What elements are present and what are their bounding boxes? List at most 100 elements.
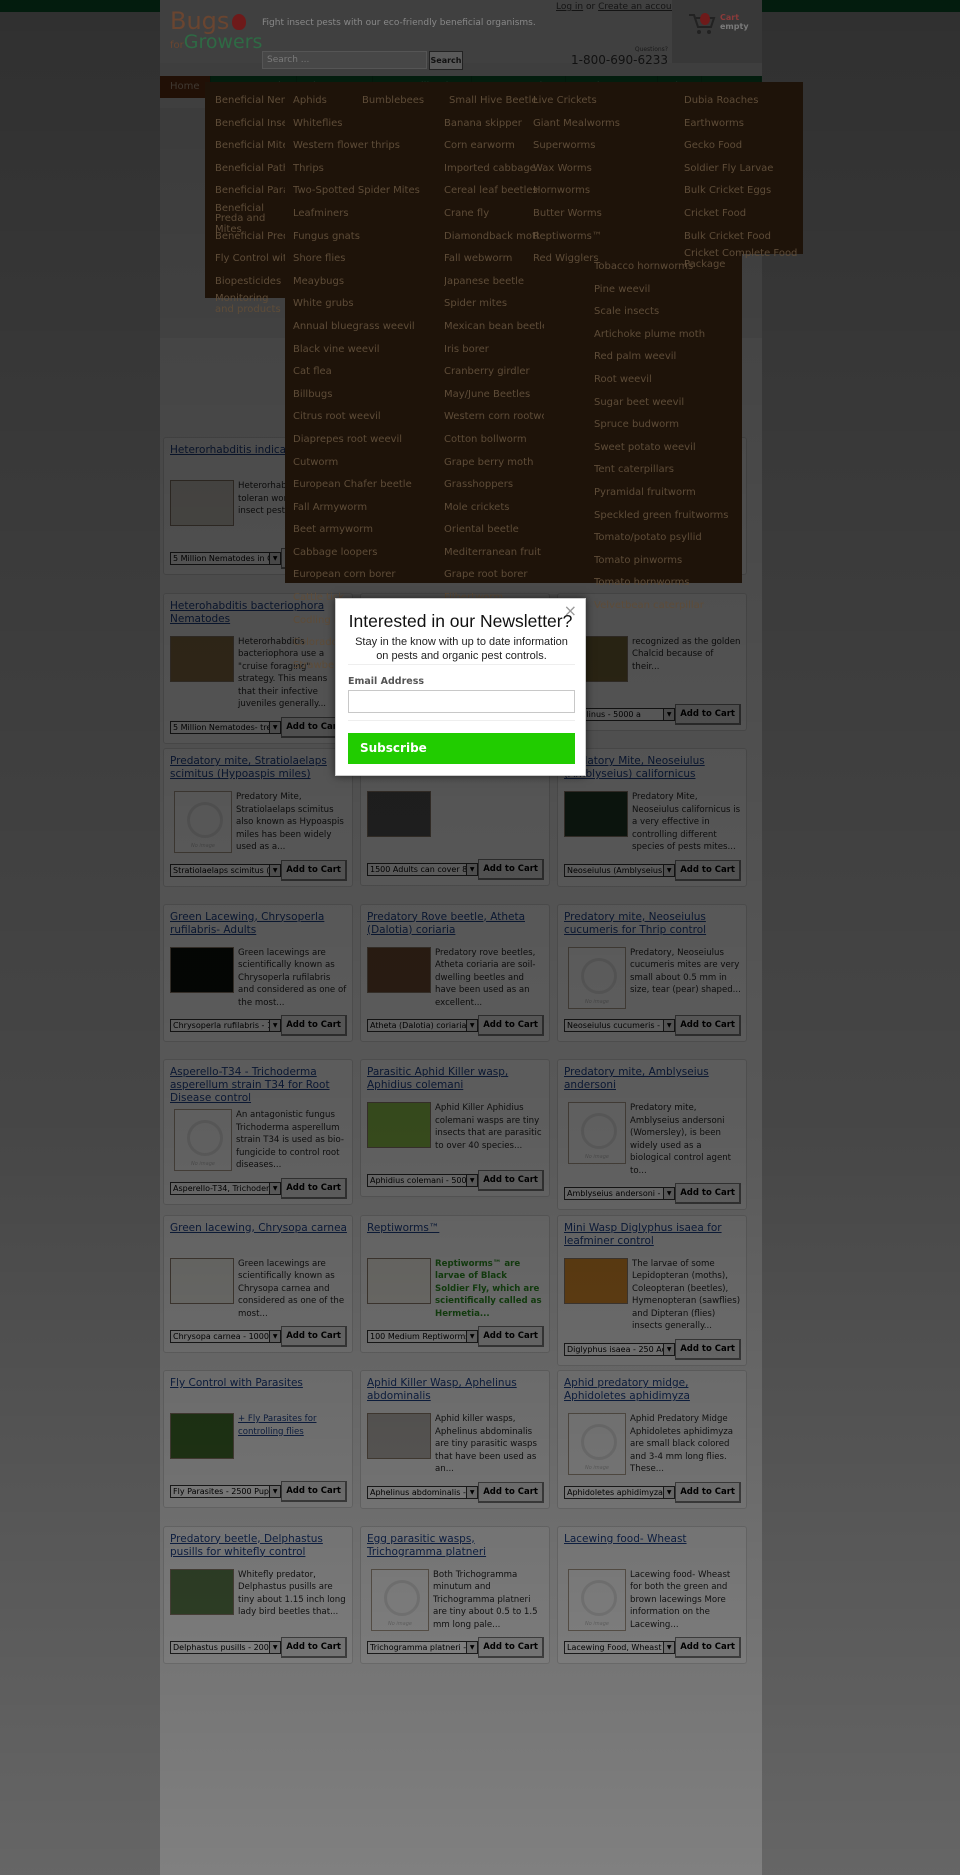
menu-item[interactable]: European Chafer beetle — [293, 474, 443, 497]
menu-item[interactable]: Root weevil — [594, 369, 739, 392]
menu-item[interactable]: Fall Armyworm — [293, 497, 443, 520]
menu-item[interactable]: Dubia Roaches — [684, 90, 799, 113]
menu-item[interactable]: Fall webworm — [444, 248, 544, 271]
menu-item[interactable]: Beneficial Preda and Mites — [215, 203, 285, 234]
menu-item[interactable]: Diaprepes root weevil — [293, 429, 443, 452]
menu-column-bee-protection: Small Hive Beetle — [449, 90, 539, 113]
menu-item[interactable]: Fungus gnats — [293, 226, 443, 249]
menu-item[interactable]: Tomato/potato psyllid — [594, 527, 739, 550]
menu-item[interactable]: Beneficial Nema — [215, 90, 285, 113]
menu-item[interactable]: Western corn rootworm — [444, 406, 544, 429]
menu-item[interactable]: European corn borer — [293, 564, 443, 587]
menu-item[interactable]: Bulk Cricket Food — [684, 226, 799, 249]
cart[interactable]: Cart empty — [672, 0, 762, 63]
menu-column-feeder-worms-b: Dubia Roaches Earthworms Gecko Food Soldier… — [684, 90, 799, 271]
menu-item[interactable]: Pyramidal fruitworm — [594, 482, 739, 505]
menu-item[interactable]: May/June Beetles — [444, 384, 544, 407]
menu-item[interactable]: Iris borer — [444, 339, 544, 362]
menu-item[interactable]: Corn earworm — [444, 135, 544, 158]
menu-item[interactable]: Red palm weevil — [594, 346, 739, 369]
menu-item[interactable]: Citrus root weevil — [293, 406, 443, 429]
menu-item[interactable]: Grape berry moth — [444, 452, 544, 475]
menu-item[interactable]: Mediterranean fruit fly — [444, 542, 544, 565]
menu-item[interactable]: Hornworms — [533, 180, 673, 203]
menu-item[interactable]: Mole crickets — [444, 497, 544, 520]
menu-item[interactable]: Tomato pinworms — [594, 550, 739, 573]
menu-item[interactable]: Superworms — [533, 135, 673, 158]
menu-item[interactable]: Western flower thrips — [293, 135, 443, 158]
menu-item[interactable]: Beneficial Paras — [215, 180, 285, 203]
menu-item[interactable]: Japanese beetle — [444, 271, 544, 294]
menu-item[interactable]: Beet armyworm — [293, 519, 443, 542]
menu-item[interactable]: Billbugs — [293, 384, 443, 407]
menu-item[interactable]: Two-Spotted Spider Mites — [293, 180, 443, 203]
menu-item[interactable]: Oriental beetle — [444, 519, 544, 542]
menu-item[interactable]: Cereal leaf beetles — [444, 180, 544, 203]
search-input[interactable]: Search ... — [262, 51, 427, 69]
menu-item[interactable]: Banana skipper — [444, 113, 544, 136]
menu-item[interactable]: White grubs — [293, 293, 443, 316]
menu-item[interactable]: Pine weevil — [594, 279, 739, 302]
menu-item[interactable]: Tomato hornworms — [594, 572, 739, 595]
menu-item[interactable]: Annual bluegrass weevil — [293, 316, 443, 339]
menu-item[interactable]: Imported cabbage — [444, 158, 544, 181]
menu-item[interactable]: Reptiworms™ — [533, 226, 673, 249]
menu-item[interactable]: Biopesticides — [215, 271, 285, 294]
menu-item[interactable]: Black vine weevil — [293, 339, 443, 362]
menu-column-crop-pollination: Bumblebees — [362, 90, 442, 113]
menu-item[interactable]: Mexican bean beetle — [444, 316, 544, 339]
menu-item[interactable]: Meaybugs — [293, 271, 443, 294]
menu-item[interactable]: Shore flies — [293, 248, 443, 271]
menu-item[interactable]: Velvetbean caterpillar — [594, 595, 739, 618]
create-account-link[interactable]: Create an account — [598, 2, 681, 12]
menu-item[interactable]: Fly Control with — [215, 248, 285, 271]
menu-item[interactable]: Spider mites — [444, 293, 544, 316]
menu-item[interactable]: Wax Worms — [533, 158, 673, 181]
logo[interactable]: Bugs forGrowers — [170, 9, 262, 60]
menu-item[interactable]: Earthworms — [684, 113, 799, 136]
menu-item[interactable]: Tobacco hornworms — [594, 256, 739, 279]
menu-item[interactable]: Diamondback motl — [444, 226, 544, 249]
menu-item[interactable]: Giant Mealworms — [533, 113, 673, 136]
menu-item[interactable]: Speckled green fruitworms — [594, 505, 739, 528]
menu-item[interactable]: Sweet potato weevil — [594, 437, 739, 460]
menu-item[interactable]: Live Crickets — [533, 90, 673, 113]
menu-item[interactable]: Thrips — [293, 158, 443, 181]
menu-item[interactable]: Cotton bollworm — [444, 429, 544, 452]
menu-item[interactable]: Beneficial Preda — [215, 226, 285, 249]
menu-item[interactable]: Scale insects — [594, 301, 739, 324]
subscribe-button[interactable]: Subscribe — [348, 733, 575, 764]
menu-item[interactable]: Leafminers — [293, 203, 443, 226]
menu-item[interactable]: Soldier Fly Larvae — [684, 158, 799, 181]
menu-item[interactable]: Beneficial Insect — [215, 113, 285, 136]
menu-item[interactable]: Spruce budworm — [594, 414, 739, 437]
menu-item[interactable]: Bulk Cricket Eggs — [684, 180, 799, 203]
menu-item[interactable]: Artichoke plume moth — [594, 324, 739, 347]
menu-item[interactable]: Small Hive Beetle — [449, 90, 539, 113]
menu-item[interactable]: Cranberry girdler — [444, 361, 544, 384]
menu-item[interactable]: Tent caterpillars — [594, 459, 739, 482]
email-field[interactable] — [348, 690, 575, 713]
menu-item[interactable]: Beneficial Patho — [215, 158, 285, 181]
menu-item[interactable]: Grasshoppers — [444, 474, 544, 497]
menu-item[interactable]: Sugar beet weevil — [594, 392, 739, 415]
menu-item[interactable]: Gecko Food — [684, 135, 799, 158]
menu-item[interactable]: Beneficial Mites — [215, 135, 285, 158]
menu-item[interactable]: Butter Worms — [533, 203, 673, 226]
cart-status: empty — [720, 22, 749, 31]
menu-item[interactable]: Grape root borer — [444, 564, 544, 587]
or-text: or — [586, 2, 596, 12]
menu-item[interactable]: Cricket Food — [684, 203, 799, 226]
divider — [348, 664, 575, 665]
menu-item[interactable]: Cabbage loopers — [293, 542, 443, 565]
menu-item[interactable]: Whiteflies — [293, 113, 443, 136]
login-link[interactable]: Log in — [556, 2, 583, 12]
menu-item[interactable]: Crane fly — [444, 203, 544, 226]
menu-item[interactable]: Cutworm — [293, 452, 443, 475]
account-links: Log in or Create an account — [556, 2, 681, 12]
menu-item[interactable]: Bumblebees — [362, 90, 442, 113]
menu-item[interactable]: Monitoring and products — [215, 293, 285, 316]
logo-text-growers: Growers — [183, 31, 263, 53]
menu-item[interactable]: Cat flea — [293, 361, 443, 384]
search-button[interactable]: Search — [429, 51, 463, 70]
